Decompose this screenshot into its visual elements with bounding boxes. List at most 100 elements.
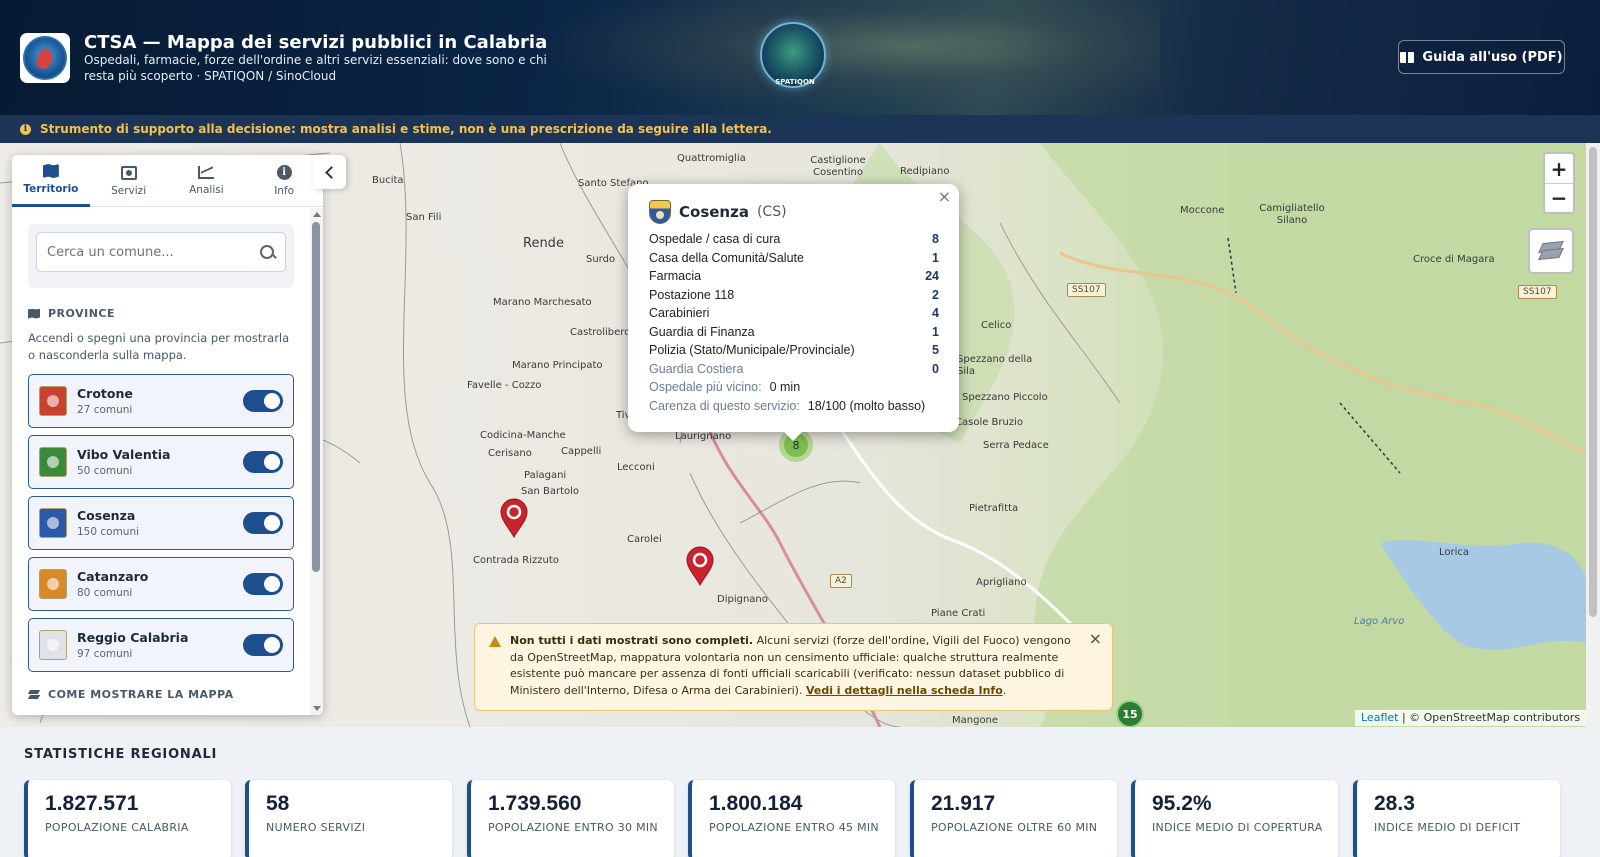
map-icon (42, 164, 59, 178)
place-label: Codicina-Manche (480, 430, 566, 441)
tab-territorio[interactable]: Territorio (12, 155, 90, 207)
stat-label: POPOLAZIONE ENTRO 45 MIN (709, 821, 879, 834)
province-count: 80 comuni (77, 587, 133, 599)
place-label: Cerisano (488, 448, 532, 459)
warning-close-button[interactable]: × (1089, 630, 1102, 648)
shortage-value: 18/100 (molto basso) (807, 398, 926, 413)
road-shield: A2 (830, 574, 852, 588)
place-label: Contrada Rizzuto (473, 555, 559, 566)
warning-icon (489, 636, 501, 647)
province-card-reggio-calabria[interactable]: Reggio Calabria 97 comuni (28, 618, 294, 672)
stat-card: 21.917 POPOLAZIONE OLTRE 60 MIN (910, 780, 1117, 857)
place-label: Palagani (524, 470, 567, 481)
stat-value: 1.827.571 (45, 792, 139, 815)
info-icon (276, 165, 292, 180)
stat-card: 95.2% INDICE MEDIO DI COPERTURA (1131, 780, 1338, 857)
provinces-description: Accendi o spegni una provincia per mostr… (28, 331, 290, 362)
display-section-title[interactable]: COME MOSTRARE LA MAPPA (28, 688, 294, 701)
road-shield: SS107 (1067, 283, 1106, 297)
scroll-down-arrow[interactable] (313, 706, 321, 711)
notice-text: Strumento di supporto alla decisione: mo… (40, 122, 772, 136)
osm-attribution: | © OpenStreetMap contributors (1401, 711, 1581, 724)
province-toggle[interactable] (243, 573, 283, 595)
service-count: 8 (932, 232, 939, 246)
place-label: Aprigliano (976, 577, 1027, 588)
place-label: Redipiano (900, 166, 950, 177)
popup-tip (781, 429, 805, 441)
hospital-marker-icon (500, 498, 528, 539)
place-label: Bucita (372, 175, 404, 186)
place-label: Favelle - Cozzo (467, 380, 542, 391)
service-count: 1 (932, 324, 939, 339)
search-icon[interactable] (260, 244, 275, 260)
place-label: Camigliatello Silano (1259, 203, 1325, 226)
place-label: Casole Bruzio (955, 417, 1024, 428)
collapse-panel-button[interactable] (313, 155, 346, 189)
service-label: Carabinieri (649, 306, 710, 320)
info-tab-link[interactable]: Vedi i dettagli nella scheda Info (806, 684, 1003, 697)
province-toggle[interactable] (243, 451, 283, 473)
province-name: Vibo Valentia (77, 447, 171, 462)
panel-scrollbar-thumb[interactable] (312, 222, 320, 572)
popup-province-code: (CS) (756, 204, 787, 220)
zoom-in-button[interactable]: + (1545, 154, 1573, 183)
city-popup: × Cosenza (CS) Ospedale / casa di cura 8 … (628, 184, 959, 432)
warning-tail: . (1002, 683, 1007, 697)
stats-title: STATISTICHE REGIONALI (24, 747, 218, 762)
stat-label: INDICE MEDIO DI COPERTURA (1152, 821, 1323, 834)
nearest-hospital-value: 0 min (769, 380, 801, 394)
province-name: Cosenza (77, 508, 136, 523)
municipality-search-input[interactable] (47, 244, 237, 260)
province-toggle[interactable] (243, 634, 283, 656)
place-label: Rende (523, 236, 564, 251)
guide-pdf-button[interactable]: Guida all'uso (PDF) (1398, 40, 1565, 74)
service-count: 4 (932, 306, 939, 320)
side-panel: Territorio Servizi Analisi Info PROVINCE… (12, 155, 323, 715)
marker-cluster[interactable]: 15 (1116, 700, 1144, 728)
service-label: Guardia Costiera (649, 361, 744, 376)
place-label: Laurignano (675, 431, 732, 442)
app-logo (20, 33, 70, 83)
place-label: Pietrafitta (969, 503, 1019, 514)
map-icon (28, 308, 40, 319)
guide-pdf-label: Guida all'uso (PDF) (1422, 49, 1563, 65)
service-count: 0 (932, 361, 939, 376)
page-scrollbar[interactable] (1586, 143, 1600, 727)
province-toggle[interactable] (243, 512, 283, 534)
tab-analisi[interactable]: Analisi (168, 155, 246, 207)
place-label: Croce di Magara (1413, 254, 1495, 265)
province-card-vibo-valentia[interactable]: Vibo Valentia 50 comuni (28, 435, 294, 489)
provinces-section-title: PROVINCE (28, 307, 294, 320)
panel-scrollbar[interactable] (310, 208, 323, 715)
service-label: Casa della Comunità/Salute (649, 250, 804, 265)
stat-card: 1.827.571 POPOLAZIONE CALABRIA (24, 780, 231, 857)
zoom-out-button[interactable]: − (1545, 183, 1573, 212)
province-card-crotone[interactable]: Crotone 27 comuni (28, 374, 294, 428)
spatiqon-logo: SPATIQON (760, 22, 826, 88)
place-label: Marano Marchesato (493, 297, 592, 308)
place-label: Castiglione Cosentino (810, 155, 866, 178)
page-scrollbar-thumb[interactable] (1589, 147, 1597, 617)
place-label: Castrolibero (570, 327, 631, 338)
place-label: Surdo (586, 254, 616, 265)
stat-value: 58 (266, 792, 290, 815)
service-label: Polizia (Stato/Municipale/Provinciale) (649, 343, 855, 357)
scroll-up-arrow[interactable] (313, 212, 321, 217)
map-marker[interactable] (499, 498, 529, 539)
place-label: Lecconi (617, 462, 655, 473)
popup-close-button[interactable]: × (938, 187, 951, 206)
tab-servizi[interactable]: Servizi (90, 155, 168, 207)
province-toggle[interactable] (243, 390, 283, 412)
stat-value: 21.917 (931, 792, 996, 815)
app-title: CTSA — Mappa dei servizi pubblici in Cal… (84, 32, 548, 53)
province-card-catanzaro[interactable]: Catanzaro 80 comuni (28, 557, 294, 611)
layers-button[interactable] (1528, 228, 1574, 274)
map-marker[interactable] (685, 546, 715, 587)
province-card-cosenza[interactable]: Cosenza 150 comuni (28, 496, 294, 550)
regional-stats: STATISTICHE REGIONALI 1.827.571 POPOLAZIO… (0, 727, 1600, 857)
tab-info[interactable]: Info (245, 155, 323, 207)
id-card-icon (120, 165, 137, 180)
panel-tabs: Territorio Servizi Analisi Info (12, 155, 323, 207)
leaflet-link[interactable]: Leaflet (1361, 711, 1398, 724)
stat-value: 28.3 (1374, 792, 1415, 815)
